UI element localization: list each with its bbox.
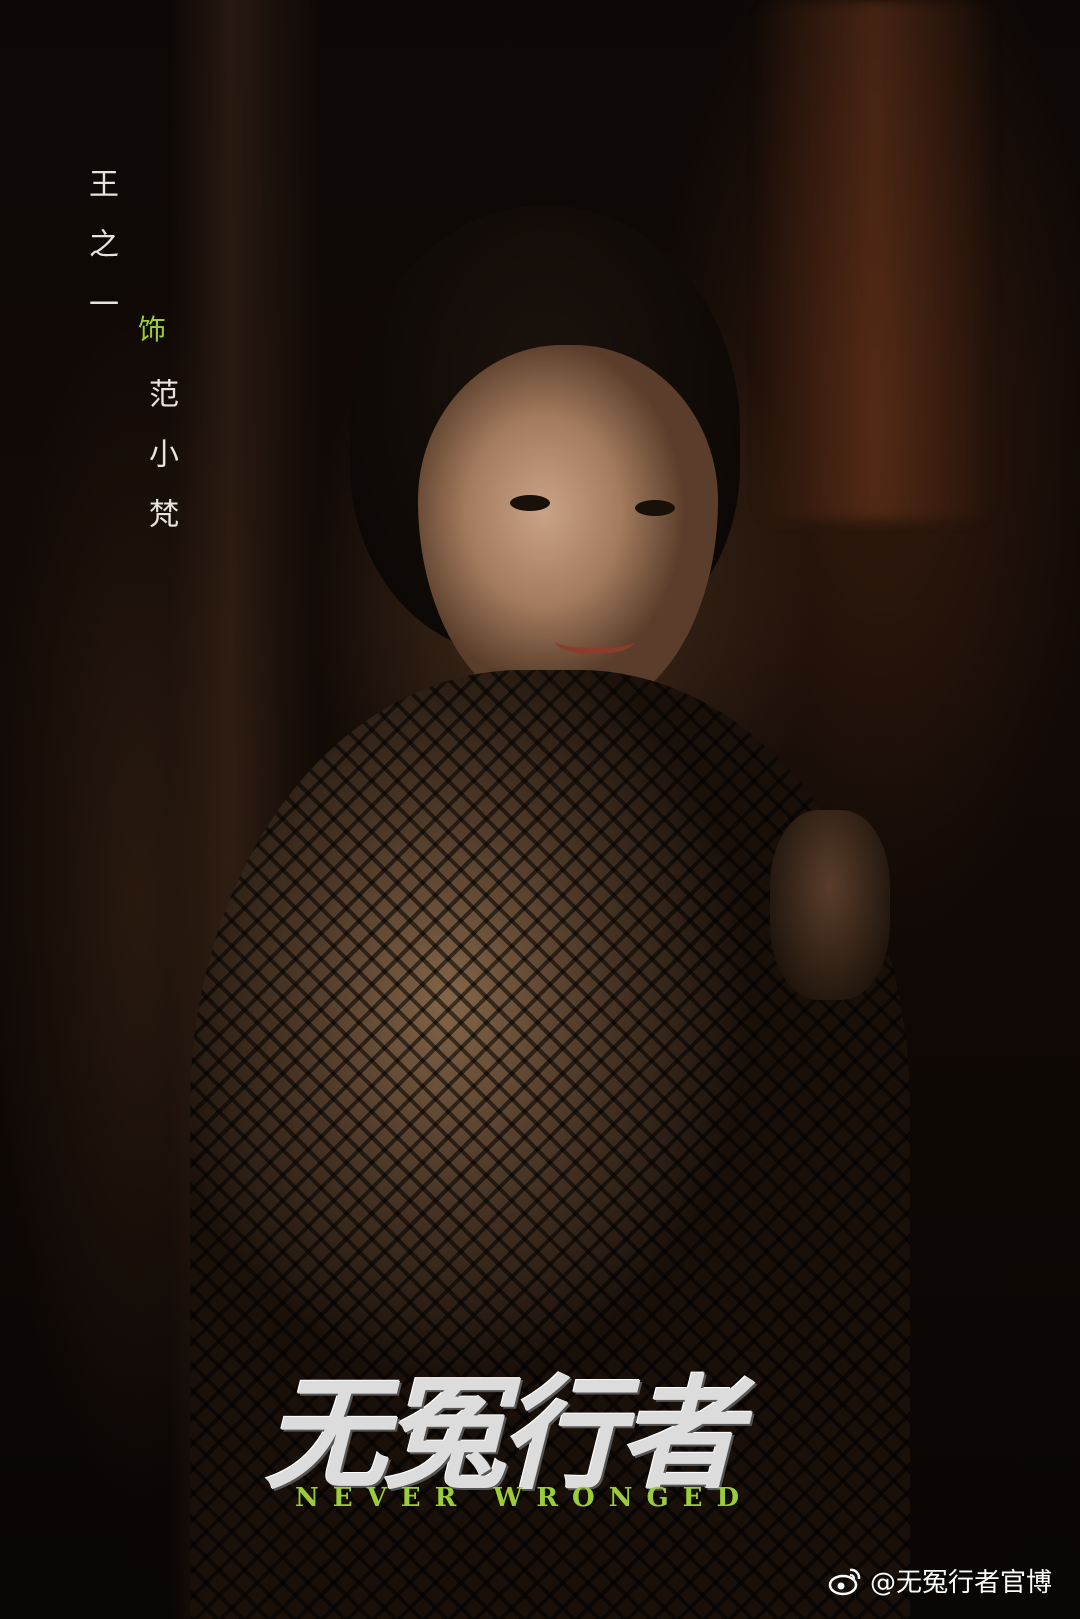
portrait-eye-right [635,500,675,516]
portrait-mouth [555,628,635,654]
weibo-icon [828,1568,861,1595]
poster: 王之一 饰 范小梵 无冤行者 NEVER WRONGED @无冤行者官博 [0,0,1080,1619]
watermark: @无冤行者官博 [828,1562,1052,1599]
role-mark: 饰 [138,313,167,346]
portrait-eye-left [510,495,550,511]
portrait-hand [770,810,890,1000]
background-pillar [760,0,990,520]
character-name: 范小梵 [143,378,178,558]
actor-name: 王之一 [83,168,118,348]
watermark-handle: @无冤行者官博 [869,1568,1052,1598]
portrait-face [418,345,718,715]
title-en: NEVER WRONGED [295,1483,754,1513]
title-logo: 无冤行者 NEVER WRONGED [265,1365,805,1525]
